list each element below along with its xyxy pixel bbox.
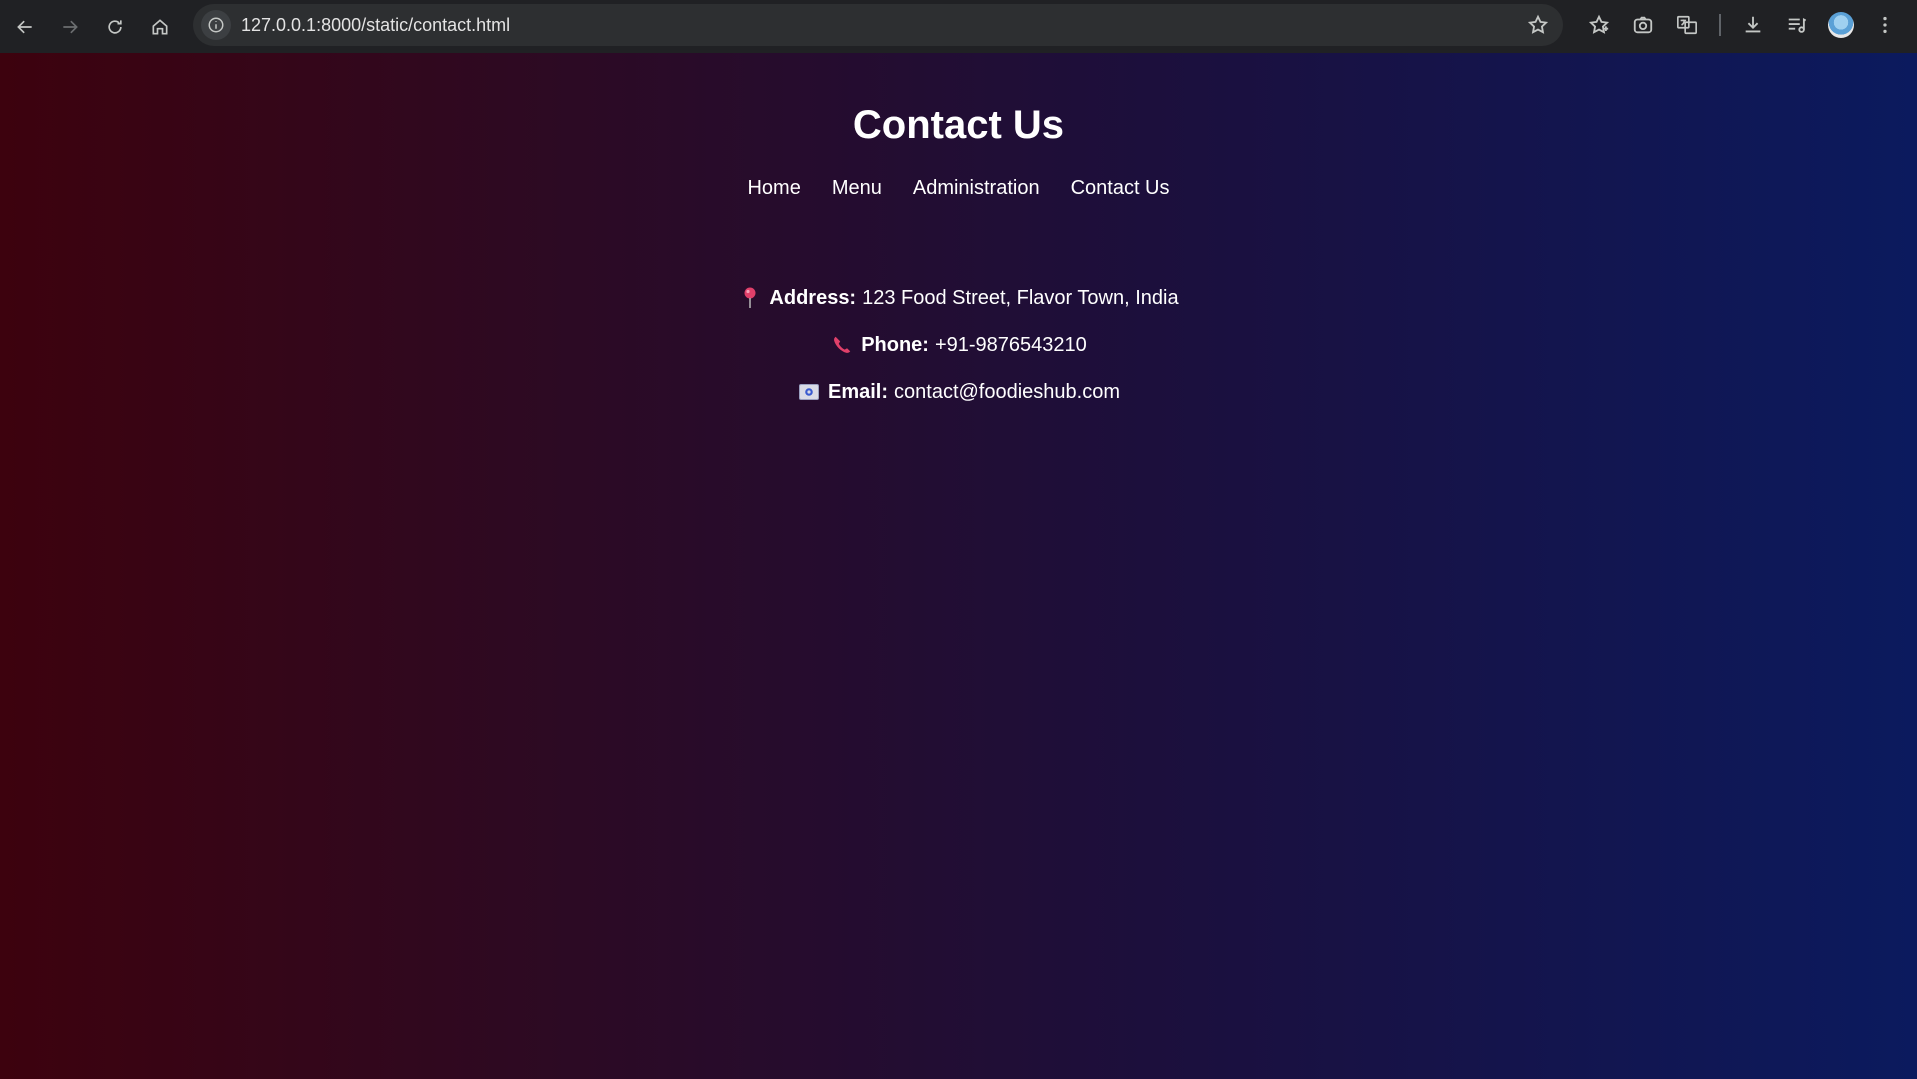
toolbar-right [1577,4,1907,46]
browser-toolbar: 127.0.0.1:8000/static/contact.html [0,0,1917,53]
contact-email: Email: contact@foodieshub.com [0,380,1917,404]
screenshot-icon[interactable] [1621,4,1665,46]
media-queue-icon[interactable] [1775,4,1819,46]
phone-value: +91-9876543210 [934,333,1087,356]
address-bar[interactable]: 127.0.0.1:8000/static/contact.html [193,4,1563,46]
avatar [1828,12,1854,38]
page-title: Contact Us [852,103,1065,147]
download-icon[interactable] [1731,4,1775,46]
site-nav: Home Menu Administration Contact Us [0,177,1917,200]
phone-icon [830,333,854,357]
nav-link-administration[interactable]: Administration [913,177,1040,200]
bookmark-star-icon[interactable] [1527,14,1549,41]
page-content: Contact Us Home Menu Administration Cont… [0,53,1917,1079]
email-label: Email: [827,380,889,403]
address-value: 123 Food Street, Flavor Town, India [862,286,1179,309]
nav-link-contact-us[interactable]: Contact Us [1071,177,1170,200]
toolbar-separator [1719,14,1721,36]
site-info-icon[interactable] [201,10,231,40]
address-label: Address: [769,286,857,309]
translate-icon[interactable] [1665,4,1709,46]
home-icon[interactable] [141,8,179,46]
contact-phone: Phone: +91-9876543210 [0,333,1917,357]
phone-label: Phone: [861,333,929,356]
reload-icon[interactable] [96,8,134,46]
forward-icon[interactable] [51,8,89,46]
nav-link-menu[interactable]: Menu [832,177,882,200]
contact-address: Address: 123 Food Street, Flavor Town, I… [0,286,1917,310]
map-pin-icon [738,286,762,310]
profile-avatar[interactable] [1819,4,1863,46]
extensions-icon[interactable] [1577,4,1621,46]
email-icon [797,380,821,404]
back-icon[interactable] [6,8,44,46]
more-menu-icon[interactable] [1863,4,1907,46]
email-value[interactable]: contact@foodieshub.com [894,381,1120,404]
url-text[interactable]: 127.0.0.1:8000/static/contact.html [241,15,510,36]
nav-link-home[interactable]: Home [747,177,800,200]
